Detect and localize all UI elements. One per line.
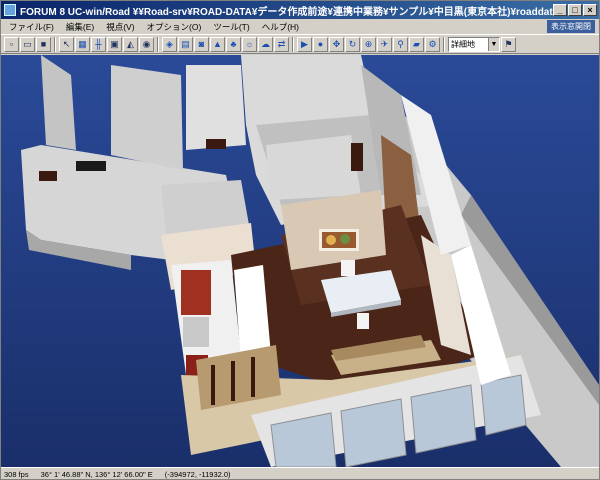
building-render xyxy=(1,55,599,467)
status-bar: 308 fps 36° 1' 46.88" N, 136° 12' 66.00"… xyxy=(1,467,599,480)
cloud-icon[interactable]: ☁ xyxy=(258,36,273,52)
menu-edit[interactable]: 編集(E) xyxy=(60,21,100,33)
camera-icon[interactable]: ◉ xyxy=(139,36,154,52)
light-icon[interactable]: ☼ xyxy=(242,36,257,52)
play-icon[interactable]: ▶ xyxy=(297,36,312,52)
rotate-icon[interactable]: ↻ xyxy=(345,36,360,52)
walk-icon[interactable]: ⚲ xyxy=(393,36,408,52)
menu-options[interactable]: オプション(O) xyxy=(141,21,208,33)
sign-icon[interactable]: ▲ xyxy=(210,36,225,52)
view-mode-select[interactable]: 詳細地 ▼ xyxy=(448,36,500,52)
open-folder-icon[interactable]: ▭ xyxy=(20,36,35,52)
terrain-icon[interactable]: ◭ xyxy=(123,36,138,52)
model-icon[interactable]: ◈ xyxy=(162,36,177,52)
fly-icon[interactable]: ✈ xyxy=(377,36,392,52)
coords-readout: (-394972, -11932.0) xyxy=(164,469,231,479)
latlong-readout: 36° 1' 46.88" N, 136° 12' 66.00" E xyxy=(40,469,153,479)
car-icon[interactable]: ▰ xyxy=(409,36,424,52)
texture-icon[interactable]: ▤ xyxy=(178,36,193,52)
menu-file[interactable]: ファイル(F) xyxy=(3,21,60,33)
vehicle-icon[interactable]: ◙ xyxy=(194,36,209,52)
new-file-icon[interactable]: ▫ xyxy=(4,36,19,52)
toolbar: ▫ ▭ ■ ↖ ▦ ╫ ▣ ◭ ◉ ◈ ▤ ◙ ▲ ♣ ☼ ☁ ⇄ ▶ ● ✥ … xyxy=(1,34,599,54)
image-icon[interactable]: ▣ xyxy=(107,36,122,52)
view-mode-value: 詳細地 xyxy=(451,39,475,49)
select-icon[interactable]: ↖ xyxy=(59,36,74,52)
window-title: FORUM 8 UC-win/Road ¥¥Road-srv¥ROAD-DATA… xyxy=(20,6,553,18)
app-icon xyxy=(4,4,16,16)
move-icon[interactable]: ✥ xyxy=(329,36,344,52)
menu-help[interactable]: ヘルプ(H) xyxy=(256,21,305,33)
maximize-button[interactable]: □ xyxy=(568,4,582,16)
save-icon[interactable]: ■ xyxy=(36,36,51,52)
panel-toggle[interactable]: 表示窓開閉 xyxy=(547,20,595,33)
record-icon[interactable]: ● xyxy=(313,36,328,52)
toolbar-separator xyxy=(292,36,294,52)
tree-icon[interactable]: ♣ xyxy=(226,36,241,52)
toolbar-separator xyxy=(157,36,159,52)
plan-view-icon[interactable]: ▦ xyxy=(75,36,90,52)
title-bar[interactable]: FORUM 8 UC-win/Road ¥¥Road-srv¥ROAD-DATA… xyxy=(1,1,599,19)
app-window: FORUM 8 UC-win/Road ¥¥Road-srv¥ROAD-DATA… xyxy=(0,0,600,480)
zoom-icon[interactable]: ⊕ xyxy=(361,36,376,52)
menu-view[interactable]: 視点(V) xyxy=(100,21,140,33)
toolbar-separator xyxy=(54,36,56,52)
fps-readout: 308 fps xyxy=(4,469,29,479)
minimize-button[interactable]: _ xyxy=(553,4,567,16)
settings-icon[interactable]: ⚙ xyxy=(425,36,440,52)
road-icon[interactable]: ╫ xyxy=(91,36,106,52)
chevron-down-icon: ▼ xyxy=(488,37,499,51)
pin-icon[interactable]: ⚑ xyxy=(501,36,516,52)
menu-tools[interactable]: ツール(T) xyxy=(207,21,255,33)
3d-viewport[interactable] xyxy=(1,55,599,467)
close-button[interactable]: × xyxy=(583,4,597,16)
toolbar-separator xyxy=(443,36,445,52)
menu-bar: ファイル(F) 編集(E) 視点(V) オプション(O) ツール(T) ヘルプ(… xyxy=(1,19,599,34)
traffic-icon[interactable]: ⇄ xyxy=(274,36,289,52)
